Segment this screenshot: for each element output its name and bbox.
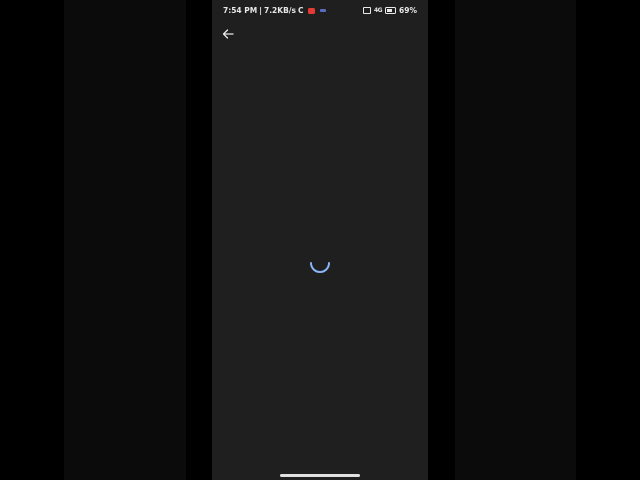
- phone-screen: 7:54 PM | 7.2KB/s C 4G 69%: [212, 0, 428, 480]
- notification-red-icon: [307, 7, 315, 14]
- status-time: 7:54 PM: [223, 6, 258, 15]
- sync-icon: C: [298, 6, 304, 15]
- loading-spinner-icon: [310, 262, 330, 273]
- network-speed: 7.2KB/s: [263, 6, 297, 15]
- battery-percent: 69%: [399, 6, 417, 15]
- status-right: 4G 69%: [362, 6, 417, 15]
- back-button[interactable]: [220, 26, 236, 42]
- notification-blue-icon: [319, 9, 326, 12]
- video-frame: 7:54 PM | 7.2KB/s C 4G 69%: [0, 0, 640, 480]
- left-blurred-panel: [64, 0, 186, 480]
- status-bar: 7:54 PM | 7.2KB/s C 4G 69%: [212, 0, 428, 20]
- arrow-left-icon: [222, 29, 234, 39]
- right-blurred-panel: [455, 0, 576, 480]
- status-separator: |: [259, 6, 262, 15]
- vpn-icon: [362, 7, 371, 14]
- status-left: 7:54 PM | 7.2KB/s C: [223, 6, 326, 15]
- home-indicator[interactable]: [280, 474, 360, 477]
- signal-icon: 4G: [373, 7, 383, 14]
- battery-icon: [385, 7, 397, 14]
